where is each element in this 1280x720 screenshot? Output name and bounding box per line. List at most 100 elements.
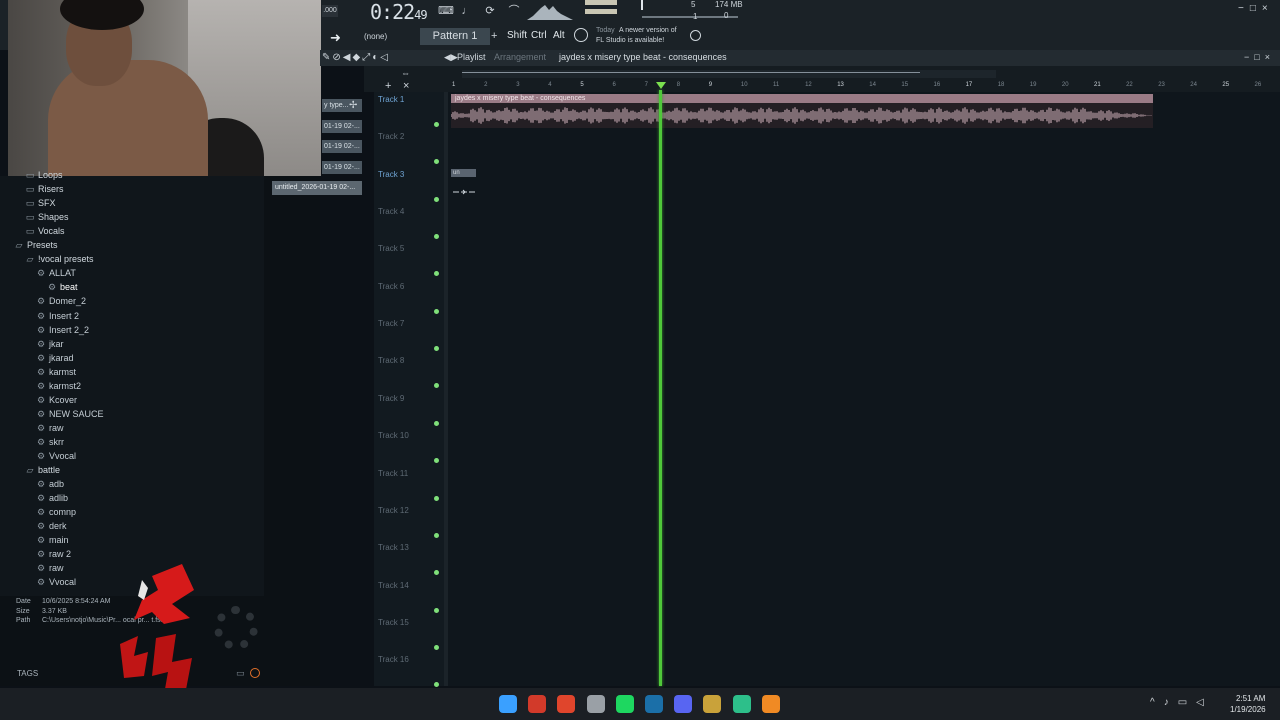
track-name[interactable]: Track 14 [378, 581, 409, 590]
tempo-display[interactable]: .000 [322, 5, 338, 17]
recent-file-tooltip[interactable]: untitled_2026-01-19 02-... [272, 181, 362, 195]
track-name[interactable]: Track 3 [378, 170, 404, 179]
small-clip-header[interactable]: un [451, 169, 476, 177]
browser-item[interactable]: ▱ Presets [14, 238, 58, 252]
pattern-none-selector[interactable]: (none) [348, 29, 412, 44]
browser-item[interactable]: ⚙ NEW SAUCE [36, 407, 104, 421]
playhead-marker[interactable] [656, 82, 666, 89]
playlist-arrow-icon[interactable]: ◀▶ [444, 52, 458, 63]
alt-button[interactable]: Alt [553, 30, 565, 41]
taskbar-date[interactable]: 1/19/2026 [1230, 705, 1266, 714]
window-controls[interactable]: −□× [1238, 3, 1274, 14]
recent-file-item[interactable]: 01-19 02-... [322, 140, 362, 153]
magic-icon[interactable]: ✎ [322, 52, 332, 63]
browser-item[interactable]: ⚙ Kcover [36, 393, 77, 407]
browser-item[interactable]: ⚙ jkarad [36, 351, 74, 365]
maximize-icon[interactable]: □ [1250, 3, 1262, 14]
playlist-song-name[interactable]: jaydes x misery type beat - consequences [559, 52, 727, 62]
remove-icon[interactable]: × [403, 80, 409, 92]
track-name[interactable]: Track 2 [378, 132, 404, 141]
obs-icon[interactable] [732, 695, 751, 713]
chevron-up-icon[interactable]: ^ [1150, 697, 1164, 708]
browser-item[interactable]: ⚙ skrr [36, 435, 64, 449]
mute-icon[interactable]: ⊘ [332, 52, 342, 63]
browser-item[interactable]: ▭ Shapes [25, 210, 69, 224]
add-track-icon[interactable]: + [385, 80, 391, 92]
microphone-icon[interactable]: ♪ [1164, 697, 1178, 708]
browser-item[interactable]: ▭ SFX [25, 196, 56, 210]
browser-item[interactable]: ⚙ raw 2 [36, 547, 71, 561]
news-line-2[interactable]: FL Studio is available! [596, 37, 664, 44]
track-name[interactable]: Track 6 [378, 282, 404, 291]
browser-item[interactable]: ⚙ Insert 2_2 [36, 323, 89, 337]
track-mute-led[interactable] [434, 607, 439, 613]
typing-keyboard-icon[interactable]: ⌨ [438, 4, 454, 18]
system-tray[interactable]: ^♪▭◁ [1150, 697, 1213, 708]
speaker-icon[interactable]: ◁ [380, 52, 390, 63]
track-mute-led[interactable] [434, 644, 439, 650]
track-name[interactable]: Track 15 [378, 618, 409, 627]
track-mute-led[interactable] [434, 682, 439, 688]
wait-icon[interactable]: ⟳ [482, 4, 498, 18]
horizontal-zoom-icon[interactable]: ⇔ [401, 68, 410, 78]
zoom-icon[interactable]: ⤢ [362, 52, 372, 63]
track-mute-led[interactable] [434, 196, 439, 202]
discord-icon[interactable] [674, 695, 693, 713]
browser-item[interactable]: ⚙ Insert 2 [36, 309, 79, 323]
playlist-window-controls[interactable]: −□× [1244, 52, 1275, 62]
browser-item[interactable]: ▭ Loops [25, 168, 63, 182]
track-name[interactable]: Track 12 [378, 506, 409, 515]
scrollbar-thumb[interactable] [462, 72, 920, 73]
track-name[interactable]: Track 7 [378, 319, 404, 328]
playlist-tools[interactable]: ✎⊘◀◆⤢◐◁ [322, 52, 390, 63]
browser-item[interactable]: ⚙ raw [36, 421, 64, 435]
news-icon[interactable] [574, 28, 588, 42]
close-icon[interactable]: × [1265, 52, 1275, 62]
track-mute-led[interactable] [434, 495, 439, 501]
recent-file-item[interactable]: 01-19 02-... [322, 120, 362, 133]
brave-icon[interactable] [557, 695, 576, 713]
globe-icon[interactable] [690, 30, 701, 41]
browser-item[interactable]: ⚙ ALLAT [36, 266, 76, 280]
track-name[interactable]: Track 16 [378, 655, 409, 664]
display-icon[interactable]: ▭ [1178, 697, 1196, 708]
close-icon[interactable]: × [1262, 3, 1274, 14]
step-icon[interactable]: ♩ [459, 4, 475, 18]
track-name[interactable]: Track 9 [378, 394, 404, 403]
select-icon[interactable]: ◆ [352, 52, 362, 63]
browser-item[interactable]: ⚙ Vvocal [36, 449, 76, 463]
search-icon[interactable] [250, 668, 260, 678]
add-pattern-icon[interactable]: + [491, 30, 497, 42]
start-icon[interactable] [499, 695, 517, 713]
browser-item[interactable]: ⚙ Vvocal [36, 575, 76, 589]
pattern-selector[interactable]: Pattern 1 [420, 28, 490, 45]
master-volume-knob[interactable] [641, 0, 643, 10]
recent-file-item[interactable]: 01-19 02-... [322, 161, 362, 174]
playlist-arrangement[interactable]: Arrangement [494, 52, 546, 62]
browser-item[interactable]: ⚙ jkar [36, 337, 64, 351]
track-name[interactable]: Track 8 [378, 356, 404, 365]
track-name[interactable]: Track 11 [378, 469, 408, 478]
browser-item[interactable]: ⚙ karmst [36, 365, 76, 379]
playlist-grid[interactable] [448, 92, 1280, 686]
browser-item[interactable]: ⚙ comnp [36, 505, 76, 519]
browser-item[interactable]: ⚙ Domer_2 [36, 294, 86, 308]
track-mute-led[interactable] [434, 532, 439, 538]
minimize-icon[interactable]: − [1238, 3, 1250, 14]
browser-item[interactable]: ⚙ raw [36, 561, 64, 575]
pin-icon[interactable]: ✢ [349, 100, 357, 111]
track-name[interactable]: Track 10 [378, 431, 409, 440]
browser-item[interactable]: ⚙ adb [36, 477, 64, 491]
news-line-1[interactable]: A newer version of [619, 27, 677, 34]
browser-item[interactable]: ⚙ derk [36, 519, 67, 533]
track-name[interactable]: Track 4 [378, 207, 404, 216]
folder-icon[interactable]: ▭ [236, 668, 245, 679]
arrow-right-icon[interactable]: ➜ [330, 30, 341, 46]
steam-icon[interactable] [645, 695, 663, 713]
timeline-ruler[interactable]: 1 2 3 4 5 6 7 8 9 10 11 12 13 14 15 16 17 18 19 20 21 22 23 24 2… [448, 80, 1280, 92]
maximize-icon[interactable]: □ [1254, 52, 1264, 62]
browser-item[interactable]: ▭ Risers [25, 182, 64, 196]
browser-item[interactable]: ▱ !vocal presets [25, 252, 94, 266]
news-icon[interactable] [528, 695, 547, 713]
minimize-icon[interactable]: − [1244, 52, 1254, 62]
